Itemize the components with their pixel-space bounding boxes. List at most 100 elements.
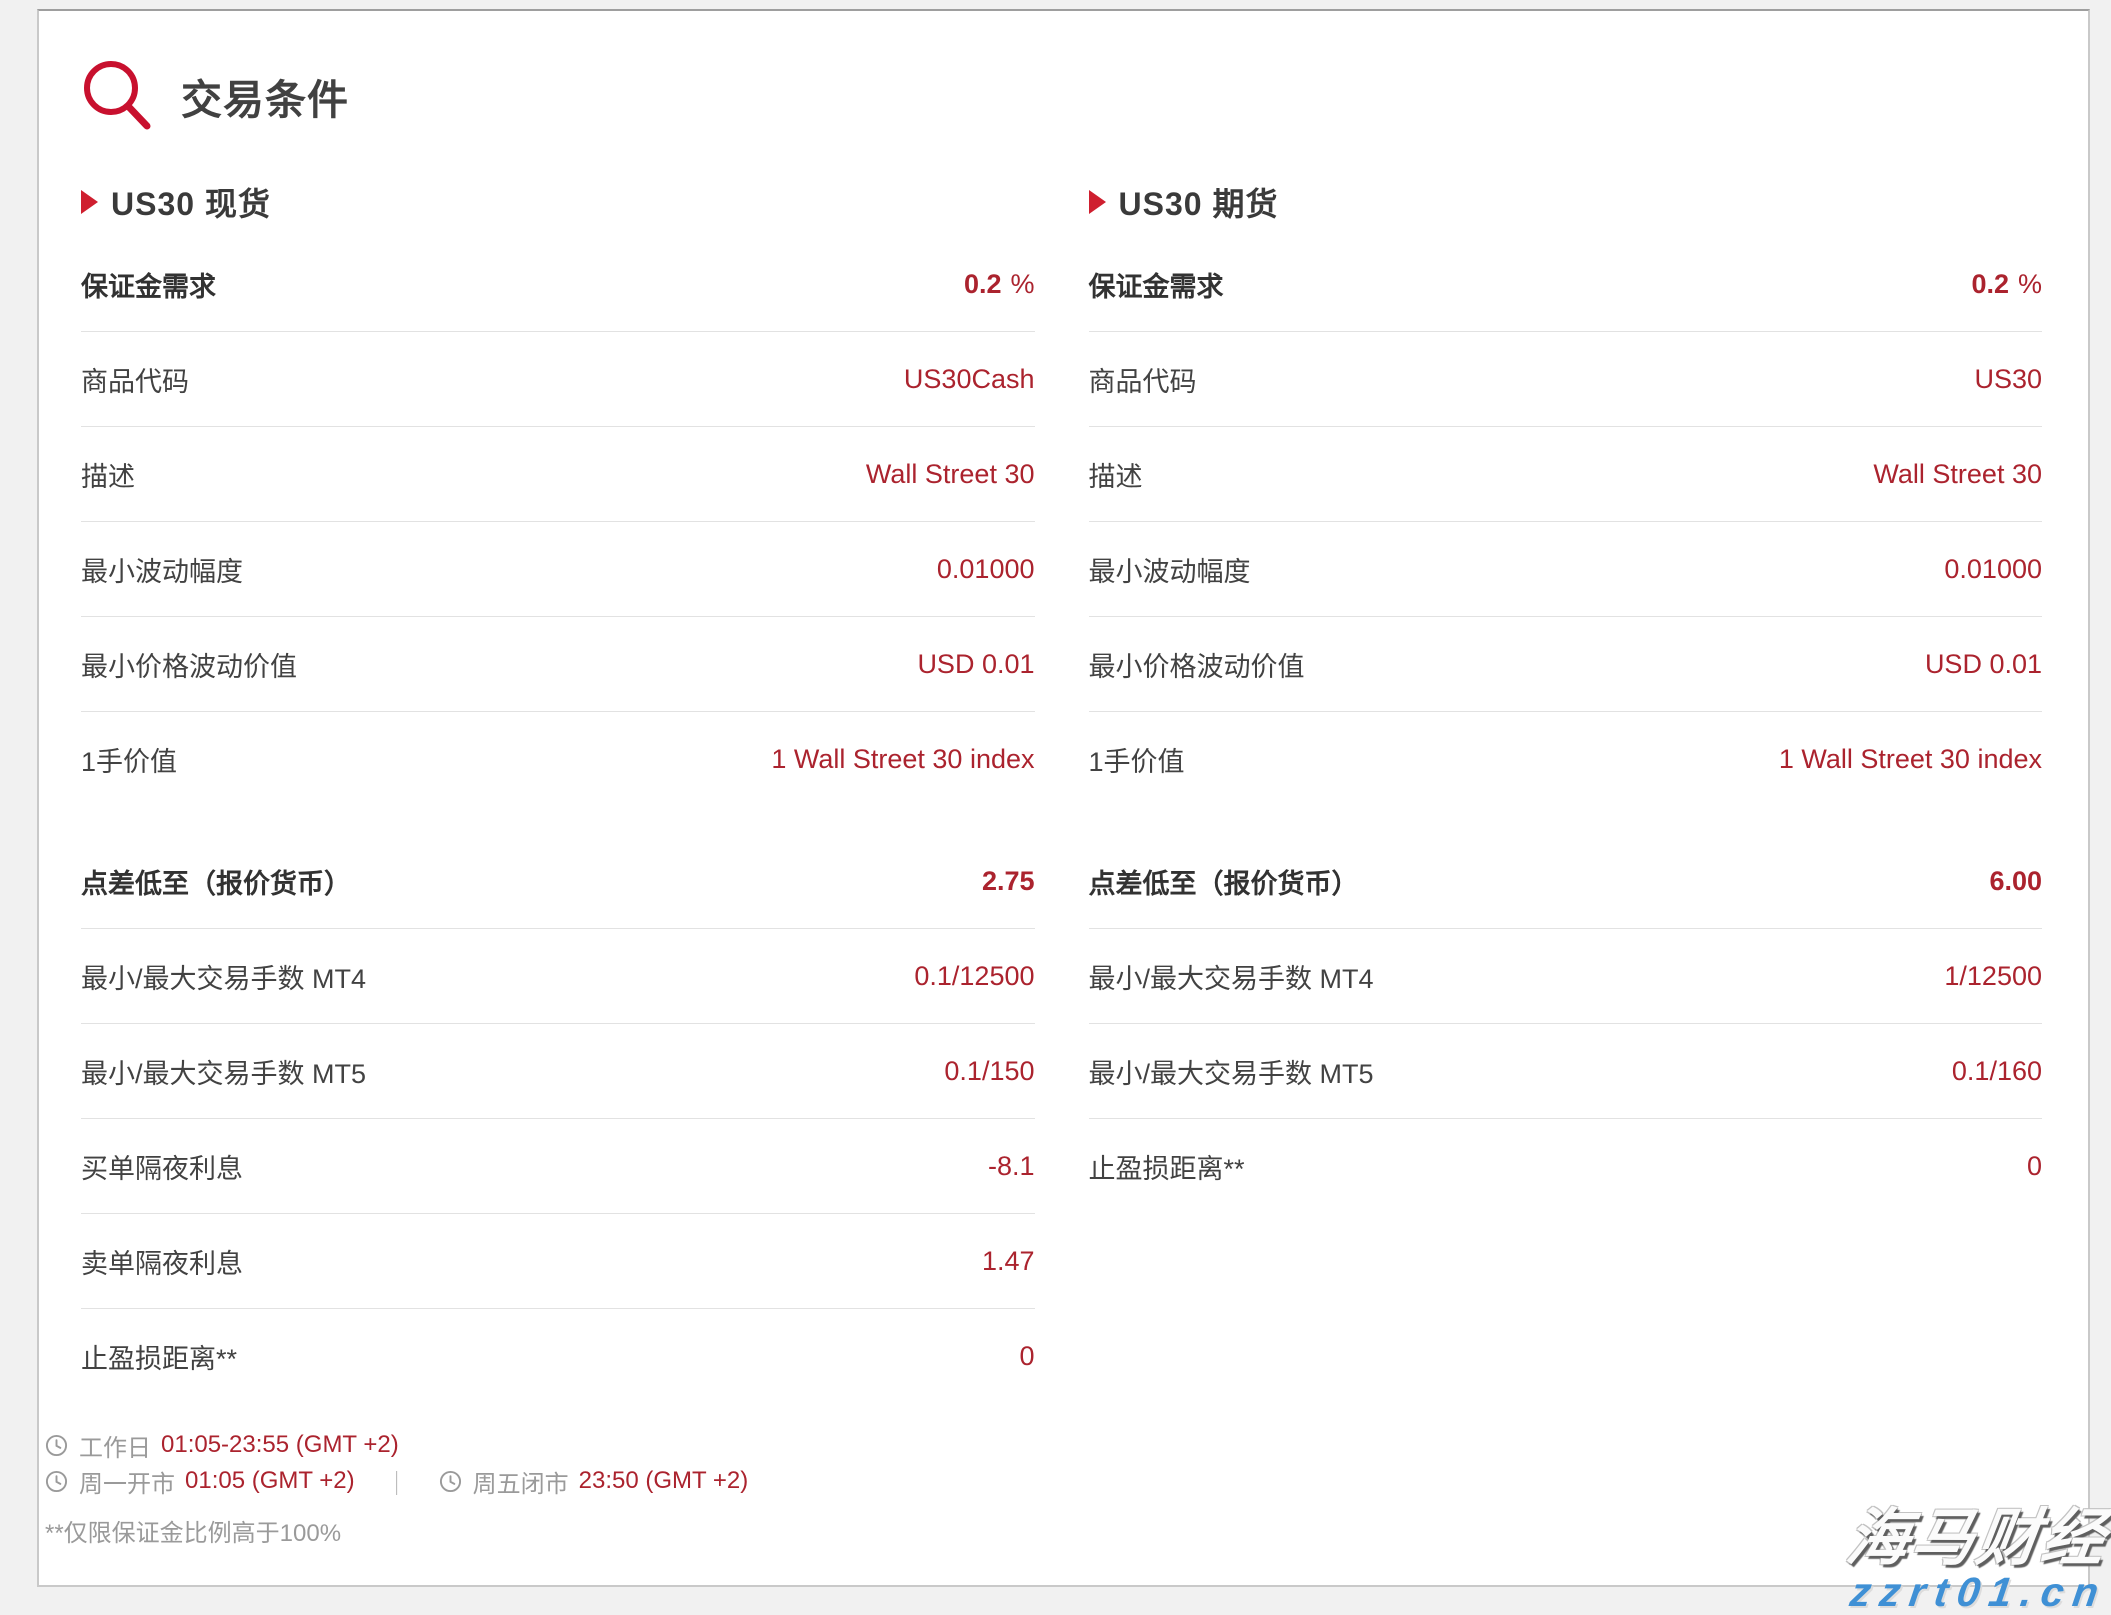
row-value: 0 [2027,1151,2042,1181]
row-label: 卖单隔夜利息 [81,1242,243,1281]
row-label: 最小价格波动价值 [81,645,297,684]
row-value: 0.01000 [1944,554,2042,584]
trading-conditions-card: 交易条件 US30 现货 保证金需求 0.2% 商品代码 US30Cash 描述 Wall… [37,9,2090,1587]
table-row: 最小价格波动价值 USD 0.01 [1089,617,2043,712]
hours-time: 01:05-23:55 (GMT +2) [161,1431,399,1459]
trading-hours-footer: 工作日 01:05-23:55 (GMT +2) 周一开市 01:05 (GMT… [45,1427,1035,1551]
table-row: 点差低至（报价货币） 2.75 [81,834,1035,929]
row-value: 1/12500 [1944,961,2042,991]
row-label: 1手价值 [1089,740,1185,779]
watermark-brand: 海马财经 [1843,1508,2111,1570]
separator: ｜ [385,1464,409,1499]
table-row: 最小波动幅度 0.01000 [81,522,1035,617]
row-label: 最小/最大交易手数 MT5 [81,1052,366,1091]
hours-time: 01:05 (GMT +2) [185,1467,355,1495]
row-label: 1手价值 [81,740,177,779]
row-label: 最小/最大交易手数 MT5 [1089,1052,1374,1091]
table-row: 最小/最大交易手数 MT4 0.1/12500 [81,929,1035,1024]
row-label: 点差低至（报价货币） [81,862,351,901]
row-value-suffix: % [1010,269,1034,299]
page-title: 交易条件 [181,66,349,126]
table-row: 商品代码 US30 [1089,332,2043,427]
column-us30-futures: US30 期货 保证金需求 0.2% 商品代码 US30 描述 Wall Street 3… [1089,179,2043,1551]
table-row: 1手价值 1 Wall Street 30 index [81,712,1035,806]
table-row: 最小/最大交易手数 MT4 1/12500 [1089,929,2043,1024]
row-label: 最小价格波动价值 [1089,645,1305,684]
column-header: US30 现货 [81,179,1035,225]
spec-table: 保证金需求 0.2% 商品代码 US30Cash 描述 Wall Street 30 最小波… [81,237,1035,806]
row-label: 描述 [1089,455,1143,494]
row-label: 最小波动幅度 [1089,550,1251,589]
row-label: 商品代码 [1089,360,1197,399]
row-value: 0.2 [1971,269,2009,299]
table-row: 描述 Wall Street 30 [81,427,1035,522]
column-title: US30 现货 [111,179,271,225]
spec-table: 保证金需求 0.2% 商品代码 US30 描述 Wall Street 30 最小波动幅度 0… [1089,237,2043,806]
clock-icon [45,1470,68,1493]
spec-table: 点差低至（报价货币）6.00最小/最大交易手数 MT41/12500最小/最大交… [1089,834,2043,1213]
column-us30-cash: US30 现货 保证金需求 0.2% 商品代码 US30Cash 描述 Wall Stre… [81,179,1035,1551]
row-value: US30Cash [904,364,1035,394]
row-label: 最小/最大交易手数 MT4 [1089,957,1374,996]
search-icon [81,59,155,133]
row-value: 2.75 [982,866,1035,896]
spec-table: 点差低至（报价货币）2.75最小/最大交易手数 MT40.1/12500最小/最… [81,834,1035,1403]
row-value: 6.00 [1989,866,2042,896]
table-row: 商品代码 US30Cash [81,332,1035,427]
table-row: 止盈损距离** 0 [81,1309,1035,1403]
row-label: 保证金需求 [1089,265,1224,304]
row-value-suffix: % [2018,269,2042,299]
column-title: US30 期货 [1119,179,1279,225]
row-label: 最小/最大交易手数 MT4 [81,957,366,996]
row-label: 最小波动幅度 [81,550,243,589]
row-label: 保证金需求 [81,265,216,304]
table-row: 卖单隔夜利息 1.47 [81,1214,1035,1309]
row-label: 买单隔夜利息 [81,1147,243,1186]
spec-sections: 保证金需求 0.2% 商品代码 US30 描述 Wall Street 30 最小波动幅度 0… [1089,237,2043,1213]
margin-footnote: **仅限保证金比例高于100% [45,1517,1035,1551]
row-label: 止盈损距离** [81,1337,237,1376]
row-label: 描述 [81,455,135,494]
trading-hours-open-close: 周一开市 01:05 (GMT +2) ｜ 周五闭市 23:50 (GMT +2… [45,1463,1035,1499]
table-row: 保证金需求 0.2% [81,237,1035,332]
hours-label: 工作日 [79,1428,151,1463]
row-value: 0.1/12500 [914,961,1034,991]
spec-sections: 保证金需求 0.2% 商品代码 US30Cash 描述 Wall Street 30 最小波… [81,237,1035,1403]
row-value: 0 [1019,1341,1034,1371]
table-row: 止盈损距离** 0 [1089,1119,2043,1213]
table-row: 保证金需求 0.2% [1089,237,2043,332]
row-value: 0.1/160 [1952,1056,2042,1086]
table-row: 买单隔夜利息 -8.1 [81,1119,1035,1214]
table-row: 1手价值 1 Wall Street 30 index [1089,712,2043,806]
clock-icon [45,1434,68,1457]
row-value: Wall Street 30 [1873,459,2042,489]
trading-hours-weekday: 工作日 01:05-23:55 (GMT +2) [45,1427,1035,1463]
triangle-bullet-icon [1089,190,1106,214]
row-value: -8.1 [988,1151,1035,1181]
hours-label: 周五闭市 [473,1464,569,1499]
table-row: 最小/最大交易手数 MT5 0.1/160 [1089,1024,2043,1119]
page-header: 交易条件 [81,55,2042,137]
row-value: 0.1/150 [944,1056,1034,1086]
column-header: US30 期货 [1089,179,2043,225]
triangle-bullet-icon [81,190,98,214]
table-row: 最小/最大交易手数 MT5 0.1/150 [81,1024,1035,1119]
row-value: 1 Wall Street 30 index [771,744,1034,774]
table-row: 最小价格波动价值USD 0.01 [81,617,1035,712]
row-label: 点差低至（报价货币） [1089,862,1359,901]
table-row: 点差低至（报价货币） 6.00 [1089,834,2043,929]
row-label: 商品代码 [81,360,189,399]
row-value: Wall Street 30 [866,459,1035,489]
table-row: 最小波动幅度 0.01000 [1089,522,2043,617]
row-value: USD 0.01 [1925,649,2042,679]
hours-label: 周一开市 [79,1464,175,1499]
row-value: US30 [1974,364,2042,394]
row-label: 止盈损距离** [1089,1147,1245,1186]
row-value: 1 Wall Street 30 index [1779,744,2042,774]
table-row: 描述 Wall Street 30 [1089,427,2043,522]
instrument-columns: US30 现货 保证金需求 0.2% 商品代码 US30Cash 描述 Wall Stre… [81,179,2042,1551]
row-value: 0.01000 [937,554,1035,584]
hours-time: 23:50 (GMT +2) [579,1467,749,1495]
row-value: 0.2 [964,269,1002,299]
row-value: 1.47 [982,1246,1035,1276]
